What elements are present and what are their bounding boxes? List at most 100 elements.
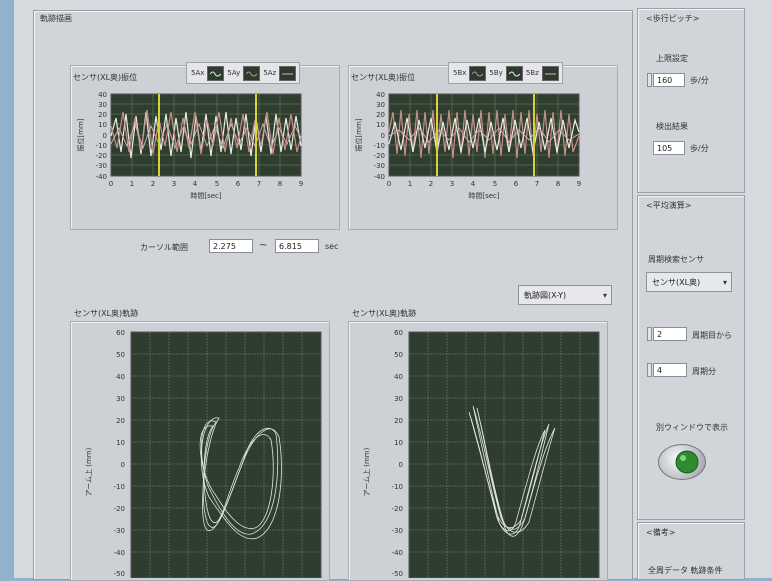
- y-tick: -40: [374, 173, 385, 181]
- upper-limit-label: 上限設定: [656, 54, 688, 63]
- x-tick: 8: [278, 180, 282, 188]
- x-tick: 6: [514, 180, 519, 188]
- x-ticks: 0 1 2 3 4 5 6 7 8 9: [387, 180, 581, 188]
- y-tick: 10: [376, 121, 385, 129]
- trajectory-chart-a: 60 50 40 30 20 10 0 -10 -20 -30 -40 -50 …: [70, 321, 330, 581]
- sine-icon: [472, 71, 484, 76]
- upper-limit-spinner[interactable]: [647, 73, 652, 87]
- x-tick: 7: [535, 180, 539, 188]
- y-axis-label: 振位[mm]: [354, 118, 363, 151]
- y-tick: 20: [98, 111, 107, 119]
- x-axis-label: 時間[sec]: [468, 192, 500, 200]
- y-tick: 0: [381, 132, 385, 140]
- legend-label: 5Bx: [453, 69, 467, 77]
- x-tick: 1: [130, 180, 134, 188]
- cursor-to-input[interactable]: 6.815: [275, 239, 319, 253]
- main-window: 軌跡描画 センサ(XL奥)振位 40 30 20 10 0 -10 -20 -3…: [14, 0, 772, 581]
- notes-text: 全周データ 軌跡条件: [648, 566, 723, 575]
- y-tick: 40: [376, 91, 385, 99]
- green-indicator-icon: [675, 450, 699, 474]
- trajectory-plot-b: 60 50 40 30 20 10 0 -10 -20 -30 -40 -50 …: [362, 329, 600, 578]
- trajectory-chart-b-title: センサ(XL奥)軌跡: [352, 309, 417, 318]
- x-tick: 2: [429, 180, 433, 188]
- plot-style-button[interactable]: [207, 65, 225, 81]
- sine-icon: [508, 71, 520, 76]
- y-ticks: 40 30 20 10 0 -10 -20 -30 -40: [374, 91, 385, 181]
- y-tick: 10: [116, 439, 125, 447]
- average-title: <平均演算>: [644, 200, 694, 211]
- y-axis-label: 振位[mm]: [76, 118, 85, 151]
- displacement-chart-a: センサ(XL奥)振位 40 30 20 10 0 -10 -20 -30 -40…: [70, 65, 340, 230]
- plot-style-button[interactable]: [279, 65, 297, 81]
- y-axis-label: アーム上 (mm): [84, 447, 93, 496]
- x-tick: 2: [151, 180, 155, 188]
- trajectory-plot-a: 60 50 40 30 20 10 0 -10 -20 -30 -40 -50 …: [84, 329, 322, 578]
- x-tick: 3: [172, 180, 176, 188]
- view-mode-dropdown[interactable]: 軌跡図(X-Y) ▾: [518, 285, 612, 305]
- y-tick: 10: [98, 121, 107, 129]
- y-tick: -40: [392, 549, 403, 557]
- plot-style-button[interactable]: [541, 65, 559, 81]
- y-tick: -10: [114, 483, 125, 491]
- plot-style-button[interactable]: [469, 65, 487, 81]
- x-tick: 6: [236, 180, 241, 188]
- x-tick: 9: [299, 180, 303, 188]
- average-panel: <平均演算> 周期検索センサ センサ(XL奥) ▾ 2 周期目から 4 周期分 …: [637, 195, 745, 520]
- x-tick: 5: [493, 180, 497, 188]
- y-tick: 0: [399, 461, 403, 469]
- cycle-count-label: 周期分: [692, 367, 716, 376]
- y-tick: 20: [376, 111, 385, 119]
- cursor-separator: ~: [259, 240, 268, 251]
- displacement-plot-a: 40 30 20 10 0 -10 -20 -30 -40 0 1 2 3 4 …: [76, 91, 303, 200]
- trajectory-chart-b: 60 50 40 30 20 10 0 -10 -20 -30 -40 -50 …: [348, 321, 608, 581]
- y-tick: -40: [96, 173, 107, 181]
- flat-line-icon: [282, 73, 294, 74]
- cycle-sensor-dropdown[interactable]: センサ(XL奥) ▾: [646, 272, 732, 292]
- detected-label: 検出結果: [656, 122, 688, 131]
- x-tick: 5: [215, 180, 219, 188]
- y-tick: 30: [98, 101, 107, 109]
- y-tick: -50: [114, 570, 125, 578]
- x-tick: 3: [450, 180, 454, 188]
- x-tick: 4: [471, 180, 476, 188]
- y-tick: -10: [374, 142, 385, 150]
- cycle-sensor-value: センサ(XL奥): [652, 278, 701, 287]
- displacement-chart-b: センサ(XL奥)振位 40 30 20 10 0 -10 -20 -30 -40…: [348, 65, 618, 230]
- separate-window-toggle[interactable]: [658, 444, 706, 480]
- y-tick: -30: [96, 162, 107, 170]
- y-tick: -10: [96, 142, 107, 150]
- x-axis-label: 時間[sec]: [190, 192, 222, 200]
- y-tick: 60: [394, 329, 403, 337]
- start-cycle-input[interactable]: 2: [653, 327, 687, 341]
- legend-label: 5Ax: [191, 69, 205, 77]
- cursor-range-label: カーソル範囲: [140, 243, 188, 252]
- x-ticks: 0 1 2 3 4 5 6 7 8 9: [109, 180, 303, 188]
- y-ticks: 60 50 40 30 20 10 0 -10 -20 -30 -40 -50: [392, 329, 403, 578]
- walking-pitch-panel: <歩行ピッチ> 上限設定 160 歩/分 検出結果 105 歩/分: [637, 8, 745, 193]
- displacement-plot-b: 40 30 20 10 0 -10 -20 -30 -40 0 1 2 3 4 …: [354, 91, 581, 200]
- trajectory-panel: 軌跡描画 センサ(XL奥)振位 40 30 20 10 0 -10 -20 -3…: [33, 10, 633, 581]
- sine-icon: [210, 71, 222, 76]
- y-tick: -20: [374, 152, 385, 160]
- cycle-count-input[interactable]: 4: [653, 363, 687, 377]
- legend-label: 5By: [489, 69, 503, 77]
- y-tick: -20: [392, 505, 403, 513]
- y-tick: -20: [114, 505, 125, 513]
- cycle-count-spinner[interactable]: [647, 363, 652, 377]
- detected-value: 105: [653, 141, 685, 155]
- cursor-unit: sec: [325, 242, 339, 251]
- y-tick: 30: [376, 101, 385, 109]
- chevron-down-icon: ▾: [602, 291, 607, 300]
- start-cycle-spinner[interactable]: [647, 327, 652, 341]
- y-tick: 50: [116, 351, 125, 359]
- plot-style-button[interactable]: [505, 65, 523, 81]
- plot-style-button[interactable]: [243, 65, 261, 81]
- upper-limit-unit: 歩/分: [690, 76, 709, 85]
- y-tick: 40: [98, 91, 107, 99]
- cursor-from-input[interactable]: 2.275: [209, 239, 253, 253]
- chevron-down-icon: ▾: [722, 278, 727, 287]
- x-tick: 0: [387, 180, 391, 188]
- notes-title: <備考>: [644, 527, 678, 538]
- upper-limit-input[interactable]: 160: [653, 73, 685, 87]
- y-tick: 40: [394, 373, 403, 381]
